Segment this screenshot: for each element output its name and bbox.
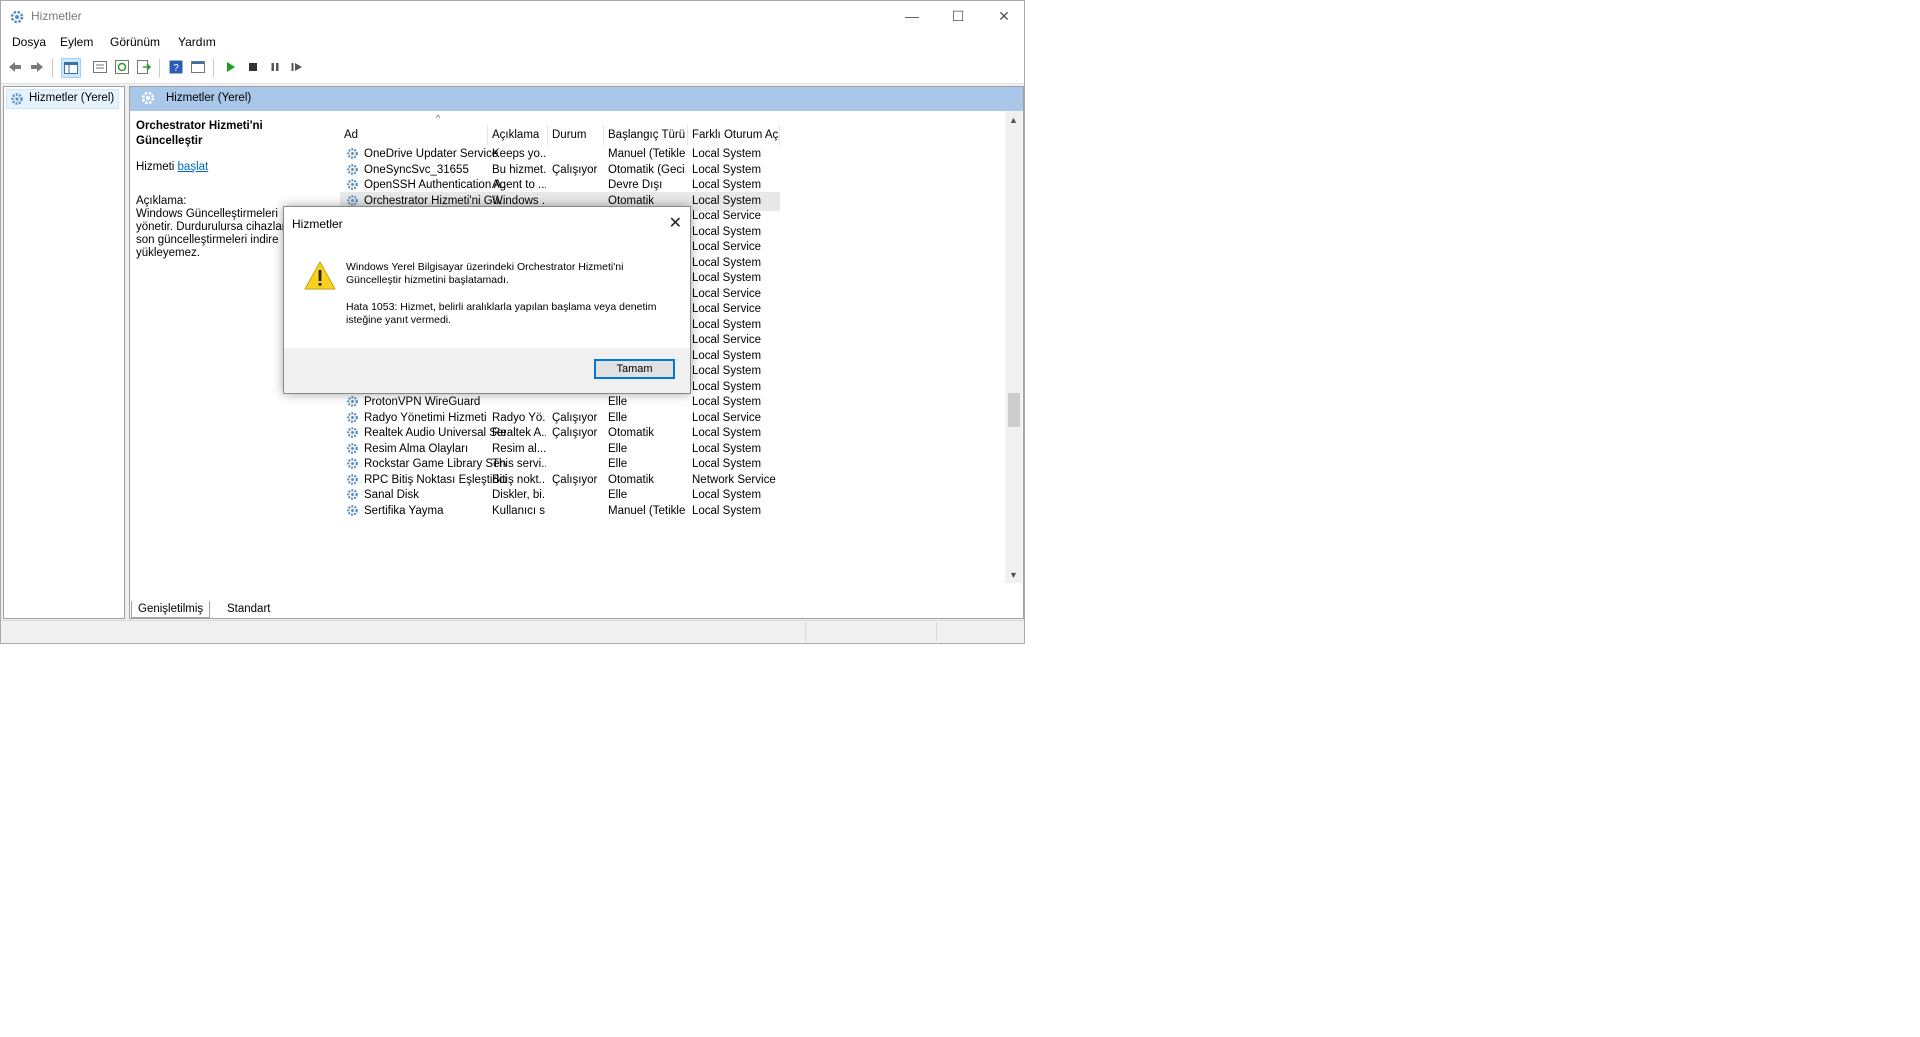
service-gear-icon — [347, 148, 358, 159]
pause-icon[interactable] — [266, 58, 284, 76]
status-bar — [1, 620, 1024, 643]
detail-service-title: Orchestrator Hizmeti'ni Güncelleştir — [136, 120, 263, 147]
column-header-description[interactable]: Açıklama — [488, 125, 548, 145]
scroll-thumb[interactable] — [1008, 393, 1020, 427]
menu-bar: Dosya Eylem Görünüm Yardım — [1, 31, 1024, 53]
services-gear-icon — [141, 91, 155, 105]
column-header-logon-as[interactable]: Farklı Oturum Aç — [688, 125, 780, 145]
start-prefix: Hizmeti — [136, 161, 178, 173]
restart-icon[interactable] — [288, 58, 306, 76]
tree-pane: Hizmetler (Yerel) — [3, 86, 125, 619]
tree-node-services-local[interactable]: Hizmetler (Yerel) — [6, 89, 120, 109]
tree-node-label: Hizmetler (Yerel) — [29, 92, 115, 104]
description-text: Windows Güncelleştirmeleri yönetir. Durd… — [136, 208, 286, 259]
service-name-text: ProtonVPN WireGuard — [364, 396, 481, 408]
sort-ascending-icon: ^ — [436, 113, 441, 123]
vertical-scrollbar[interactable]: ▲ ▼ — [1005, 111, 1022, 583]
service-gear-icon — [347, 194, 358, 206]
service-name-text: OneDrive Updater Service — [364, 148, 499, 160]
warning-icon — [304, 260, 336, 293]
tab-standard[interactable]: Standart — [221, 601, 276, 617]
service-gear-icon — [347, 179, 358, 190]
svg-text:?: ? — [173, 63, 179, 74]
forward-icon[interactable] — [28, 58, 46, 76]
column-header-status[interactable]: Durum — [548, 125, 604, 145]
dialog-close-icon[interactable]: ✕ — [669, 213, 682, 233]
services-gear-icon — [9, 9, 25, 28]
menu-gorunum[interactable]: Görünüm — [110, 35, 160, 49]
service-name-text: Sanal Disk — [364, 489, 419, 501]
table-row[interactable]: Sertifika Yayma Kullanıcı s... Manuel (Tet… — [340, 502, 1020, 521]
back-icon[interactable] — [6, 58, 24, 76]
service-name-text: Resim Alma Olayları — [364, 442, 469, 455]
service-gear-icon — [347, 427, 358, 438]
service-name-text: Radyo Yönetimi Hizmeti — [364, 411, 487, 424]
service-gear-icon — [347, 396, 358, 407]
show-hide-tree-icon[interactable] — [61, 58, 81, 78]
dialog-error: Hata 1053: Hizmet, belirli aralıklarla y… — [346, 301, 657, 326]
service-name: Sertifika Yayma — [344, 502, 506, 521]
dialog-message: Windows Yerel Bilgisayar üzerindeki Orch… — [346, 261, 624, 286]
service-gear-icon — [347, 163, 358, 175]
service-name-text: Sertifika Yayma — [364, 504, 444, 517]
service-gear-icon — [347, 411, 358, 423]
service-startup-type: Manuel (Tetikle... — [608, 504, 686, 517]
service-name-text: RPC Bitiş Noktası Eşleştiricisi — [364, 473, 506, 486]
menu-dosya[interactable]: Dosya — [12, 35, 46, 49]
play-icon[interactable] — [222, 58, 240, 76]
help-icon[interactable]: ? — [167, 58, 185, 76]
description-label: Açıklama: — [136, 195, 187, 207]
service-name-text: Orchestrator Hizmeti'ni Gü... — [364, 194, 506, 207]
dialog-footer: Tamam — [284, 348, 690, 393]
menu-yardim[interactable]: Yardım — [178, 35, 216, 49]
window-title: Hizmetler — [31, 9, 82, 23]
menu-eylem[interactable]: Eylem — [60, 35, 93, 49]
tab-extended[interactable]: Genişletilmiş — [131, 601, 211, 618]
service-gear-icon — [347, 489, 358, 500]
stop-icon[interactable] — [244, 58, 262, 76]
service-gear-icon — [347, 504, 358, 516]
service-gear-icon — [347, 442, 358, 454]
service-name-text: Realtek Audio Universal Ser... — [364, 427, 506, 439]
minimize-icon[interactable]: — — [889, 1, 935, 31]
column-header-startup-type[interactable]: Başlangıç Türü — [604, 125, 688, 145]
properties-icon[interactable] — [91, 58, 109, 76]
toolbar: ? — [1, 53, 1024, 84]
service-name-text: OneSyncSvc_31655 — [364, 163, 469, 176]
export-list-icon[interactable] — [135, 58, 153, 76]
main-header-title: Hizmetler (Yerel) — [166, 92, 252, 104]
maximize-icon[interactable]: ☐ — [935, 1, 981, 31]
main-header: Hizmetler (Yerel) — [130, 87, 1023, 111]
scroll-up-icon[interactable]: ▲ — [1005, 111, 1022, 128]
console-icon[interactable] — [189, 58, 207, 76]
column-header-name[interactable]: Ad — [340, 125, 488, 145]
title-bar: Hizmetler — ☐ ✕ — [1, 1, 1024, 31]
service-description: Kullanıcı s... — [492, 504, 546, 517]
start-service-line: Hizmeti başlat — [136, 161, 296, 173]
service-logon-as: Local System — [692, 504, 762, 517]
service-gear-icon — [347, 473, 358, 485]
start-service-link[interactable]: başlat — [178, 161, 209, 173]
close-icon[interactable]: ✕ — [981, 1, 1027, 31]
ok-button[interactable]: Tamam — [594, 359, 675, 379]
service-name-text: OpenSSH Authentication A... — [364, 179, 506, 191]
service-name-text: Rockstar Game Library Servi... — [364, 458, 506, 470]
service-detail-panel: Orchestrator Hizmeti'ni Güncelleştir Hiz… — [136, 119, 296, 260]
error-dialog: Hizmetler ✕ Windows Yerel Bilgisayar üze… — [283, 206, 691, 394]
service-gear-icon — [347, 458, 358, 469]
refresh-icon[interactable] — [113, 58, 131, 76]
scroll-down-icon[interactable]: ▼ — [1005, 566, 1022, 583]
services-gear-icon — [11, 93, 23, 105]
dialog-title: Hizmetler — [292, 217, 343, 231]
